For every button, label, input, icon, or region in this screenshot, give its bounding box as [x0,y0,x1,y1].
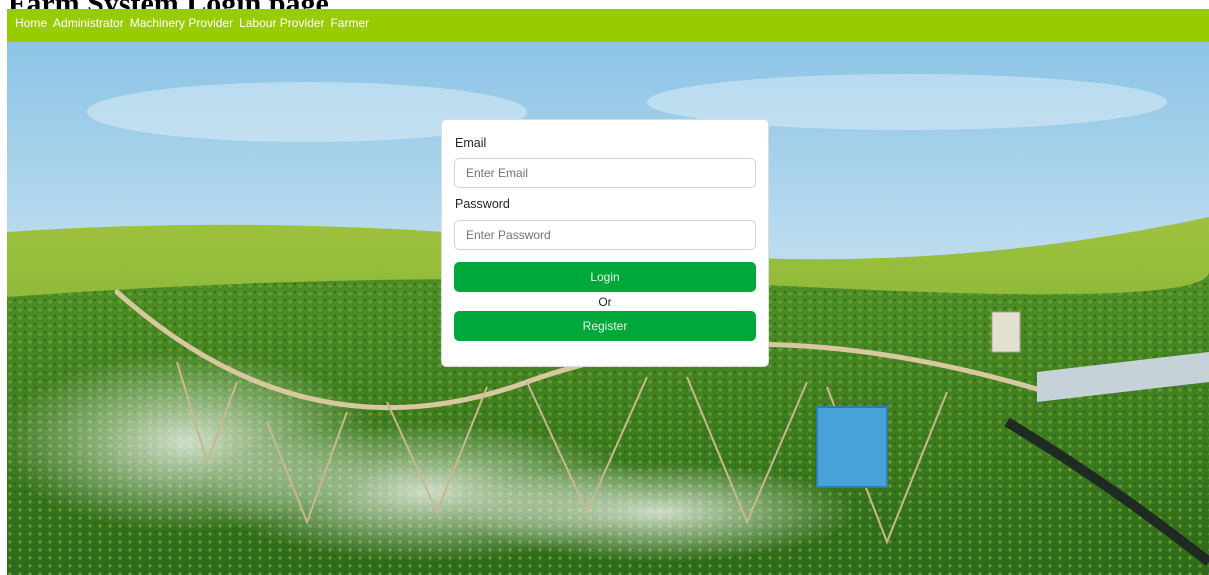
top-navbar: Home Administrator Machinery Provider La… [7,9,1209,42]
nav-home[interactable]: Home [15,16,47,30]
login-card: Email Password Login Or Register [441,119,769,367]
email-field[interactable] [454,158,756,188]
password-field[interactable] [454,220,756,250]
password-label: Password [455,197,510,211]
register-button[interactable]: Register [454,311,756,341]
login-button[interactable]: Login [454,262,756,292]
email-label: Email [455,136,487,150]
nav-machinery-provider[interactable]: Machinery Provider [130,16,233,30]
nav-farmer[interactable]: Farmer [330,16,369,30]
page: Farm System Login page Home Administrato… [0,0,1209,575]
or-separator: Or [598,295,612,309]
nav-labour-provider[interactable]: Labour Provider [239,16,324,30]
nav-administrator[interactable]: Administrator [53,16,124,30]
